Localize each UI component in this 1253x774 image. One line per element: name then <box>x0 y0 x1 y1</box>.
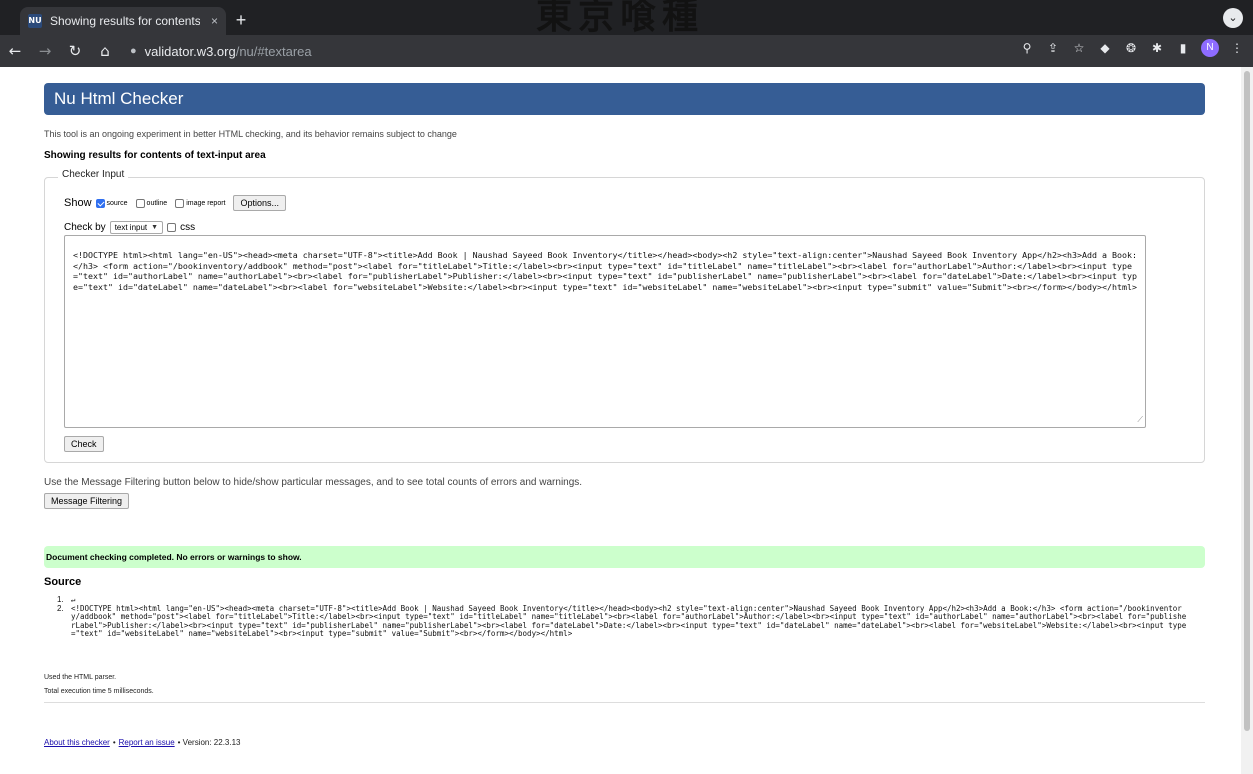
textarea-content: <!DOCTYPE html><html lang="en-US"><head>… <box>73 250 1137 292</box>
html-source-textarea[interactable]: <!DOCTYPE html><html lang="en-US"><head>… <box>64 235 1146 428</box>
chevron-down-icon: ▼ <box>151 224 159 231</box>
side-panel-icon[interactable]: ▮ <box>1175 41 1191 55</box>
star-icon[interactable]: ☆ <box>1071 41 1087 55</box>
back-arrow-icon[interactable]: ← <box>0 42 30 60</box>
tab-bar-banner: 東京喰種 <box>536 0 705 35</box>
url-host: validator.w3.org <box>144 43 236 59</box>
check-by-row: Check by text input ▼ css <box>64 221 195 234</box>
zoom-icon[interactable]: ⚲ <box>1019 41 1035 55</box>
page-content: Nu Html Checker This tool is an ongoing … <box>0 67 1241 774</box>
show-label: Show <box>64 197 92 209</box>
line-text: <!DOCTYPE html><html lang="en-US"><head>… <box>71 603 1187 639</box>
fieldset-legend: Checker Input <box>58 169 129 180</box>
source-list: 1. ↵ 2. <!DOCTYPE html><html lang="en-US… <box>57 595 1187 639</box>
message-filtering-button[interactable]: Message Filtering <box>44 493 130 509</box>
chevron-down-icon[interactable]: ⌄ <box>1223 8 1243 28</box>
image-report-checkbox-label: image report <box>186 199 226 207</box>
url-path: /nu/#textarea <box>235 43 312 59</box>
new-tab-button[interactable]: + <box>230 9 252 31</box>
check-by-select[interactable]: text input ▼ <box>109 221 164 234</box>
css-checkbox[interactable] <box>167 223 177 232</box>
extension-bird-icon[interactable]: ◆ <box>1097 41 1113 55</box>
show-options-row: Show source outline image report Options… <box>64 195 287 211</box>
source-line: 2. <!DOCTYPE html><html lang="en-US"><he… <box>57 603 1187 639</box>
puzzle-icon[interactable]: ✱ <box>1149 41 1165 55</box>
address-bar: ← → ↻ ⌂ ● validator.w3.org /nu/#textarea… <box>0 35 1253 67</box>
home-icon[interactable]: ⌂ <box>90 42 120 60</box>
source-checkbox[interactable] <box>95 198 105 208</box>
line-number: 2. <box>57 603 64 613</box>
page-title: Nu Html Checker <box>54 89 184 108</box>
results-heading: Showing results for contents of text-inp… <box>44 150 266 161</box>
report-issue-link[interactable]: Report an issue <box>119 738 175 747</box>
forward-arrow-icon[interactable]: → <box>30 42 60 60</box>
execution-time-note: Total execution time 5 milliseconds. <box>44 688 154 695</box>
parser-note: Used the HTML parser. <box>44 674 117 681</box>
source-heading: Source <box>44 576 82 588</box>
scrollbar-thumb[interactable] <box>1244 71 1250 731</box>
checker-header: Nu Html Checker <box>44 83 1205 115</box>
reload-icon[interactable]: ↻ <box>60 42 90 60</box>
success-message: Document checking completed. No errors o… <box>44 546 1205 568</box>
image-report-checkbox[interactable] <box>175 198 185 208</box>
about-link[interactable]: About this checker <box>44 738 110 747</box>
footer: About this checker • Report an issue • V… <box>44 738 241 747</box>
version-text: • Version: 22.3.13 <box>177 738 241 747</box>
url-field[interactable]: ● validator.w3.org /nu/#textarea <box>130 39 1030 63</box>
page-scrollbar[interactable] <box>1241 67 1253 774</box>
share-icon[interactable]: ⇪ <box>1045 41 1061 55</box>
toolbar-icons: ⚲ ⇪ ☆ ◆ ❂ ✱ ▮ N ⋮ <box>1019 39 1245 57</box>
footer-separator: • <box>112 738 116 747</box>
lock-icon: ● <box>130 45 137 57</box>
check-button[interactable]: Check <box>64 436 104 452</box>
tab-bar: NU Showing results for contents of text-… <box>0 0 1253 35</box>
close-icon[interactable]: × <box>211 14 218 28</box>
intro-text: This tool is an ongoing experiment in be… <box>44 129 457 139</box>
resize-grip-icon[interactable]: ⟋ <box>1137 415 1143 426</box>
browser-tab[interactable]: NU Showing results for contents of text-… <box>20 7 226 35</box>
kebab-menu-icon[interactable]: ⋮ <box>1229 41 1245 55</box>
profile-avatar[interactable]: N <box>1201 39 1219 57</box>
check-by-value: text input <box>114 223 148 232</box>
outline-checkbox[interactable] <box>135 198 145 208</box>
nu-favicon-icon: NU <box>28 14 42 28</box>
filter-note: Use the Message Filtering button below t… <box>44 477 583 488</box>
footer-divider <box>44 702 1205 703</box>
css-checkbox-label: css <box>180 222 196 233</box>
check-by-label: Check by <box>64 222 106 233</box>
outline-checkbox-label: outline <box>146 199 168 207</box>
tab-title: Showing results for contents of text-inp… <box>50 14 200 28</box>
extension-brain-icon[interactable]: ❂ <box>1123 41 1139 55</box>
options-button[interactable]: Options... <box>233 195 287 211</box>
source-checkbox-label: source <box>106 199 128 207</box>
